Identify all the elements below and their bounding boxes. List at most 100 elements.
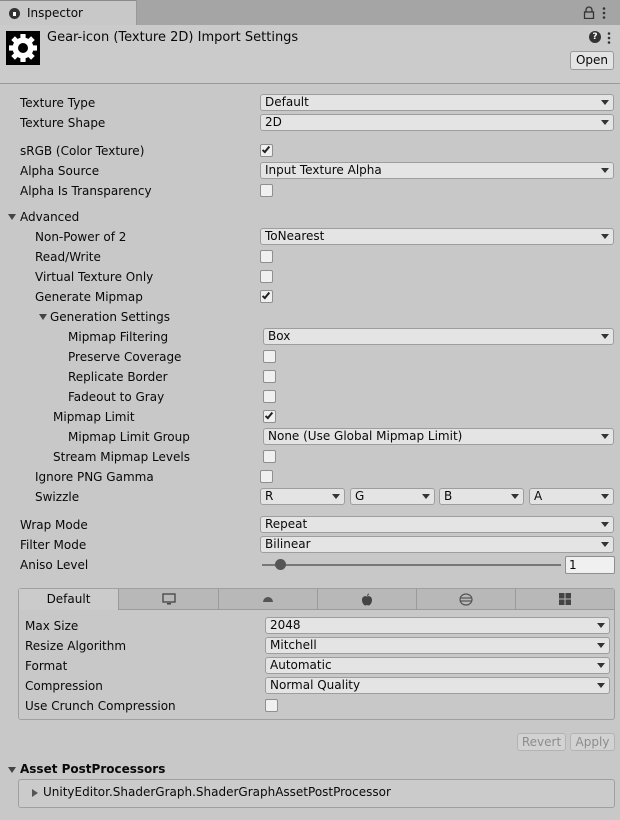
virtual-texture-only-checkbox[interactable]	[260, 270, 273, 283]
tab-windows[interactable]	[516, 589, 614, 610]
swizzle-g-value: G	[355, 489, 365, 503]
ignore-png-gamma-checkbox[interactable]	[260, 470, 273, 483]
preserve-coverage-checkbox[interactable]	[263, 350, 276, 363]
android-icon	[263, 597, 273, 602]
mipmap-filtering-label: Mipmap Filtering	[68, 330, 169, 344]
platform-settings-box: Default Max Size 2048 Resize Algorithm M…	[18, 588, 615, 720]
chevron-down-icon	[601, 434, 609, 439]
postprocessor-item[interactable]: UnityEditor.ShaderGraph.ShaderGraphAsset…	[43, 785, 391, 799]
foldout-arrow-icon[interactable]	[8, 214, 16, 220]
inspector-tab[interactable]: Inspector	[0, 0, 137, 25]
mipmap-limit-checkbox[interactable]	[263, 410, 276, 423]
max-size-label: Max Size	[25, 619, 79, 633]
aniso-level-slider-thumb[interactable]	[274, 559, 286, 570]
mipmap-filtering-value: Box	[268, 329, 291, 343]
expand-arrow-icon[interactable]	[32, 789, 38, 797]
swizzle-a-dropdown[interactable]: A	[529, 488, 614, 505]
non-power-of-2-label: Non-Power of 2	[35, 230, 127, 244]
apply-button[interactable]: Apply	[570, 733, 615, 751]
lock-icon[interactable]	[583, 6, 595, 19]
checkmark-icon	[261, 290, 271, 300]
format-label: Format	[25, 659, 68, 673]
swizzle-b-value: B	[444, 489, 453, 503]
webgl-icon	[459, 593, 473, 606]
virtual-texture-only-label: Virtual Texture Only	[35, 270, 154, 284]
open-button[interactable]: Open	[570, 51, 614, 70]
advanced-foldout[interactable]: Advanced	[20, 210, 79, 224]
swizzle-r-dropdown[interactable]: R	[260, 488, 345, 505]
non-power-of-2-dropdown[interactable]: ToNearest	[260, 228, 614, 245]
kebab-menu-icon[interactable]	[601, 6, 607, 20]
mipmap-limit-group-dropdown[interactable]: None (Use Global Mipmap Limit)	[263, 428, 614, 445]
swizzle-r-value: R	[265, 489, 274, 503]
srgb-checkbox[interactable]	[260, 144, 273, 157]
aniso-level-label: Aniso Level	[20, 558, 89, 572]
aniso-level-field[interactable]: 1	[565, 556, 615, 574]
texture-shape-dropdown[interactable]: 2D	[260, 114, 614, 131]
read-write-checkbox[interactable]	[260, 250, 273, 263]
foldout-arrow-icon[interactable]	[8, 767, 16, 773]
info-icon	[9, 8, 20, 19]
filter-mode-dropdown[interactable]: Bilinear	[260, 536, 614, 553]
max-size-value: 2048	[270, 618, 301, 632]
stream-mipmap-levels-checkbox[interactable]	[263, 450, 276, 463]
revert-button[interactable]: Revert	[517, 733, 566, 751]
compression-label: Compression	[25, 679, 103, 693]
tab-webgl[interactable]	[417, 589, 516, 610]
alpha-source-dropdown[interactable]: Input Texture Alpha	[260, 162, 614, 179]
generate-mipmap-label: Generate Mipmap	[35, 290, 143, 304]
tab-ios[interactable]	[318, 589, 417, 610]
fadeout-to-gray-checkbox[interactable]	[263, 390, 276, 403]
read-write-label: Read/Write	[35, 250, 101, 264]
texture-type-label: Texture Type	[20, 96, 96, 110]
chevron-down-icon	[597, 663, 605, 668]
alpha-is-transparency-checkbox[interactable]	[260, 184, 273, 197]
asset-header: Gear-icon (Texture 2D) Import Settings ?…	[0, 25, 620, 84]
srgb-label: sRGB (Color Texture)	[20, 144, 145, 158]
compression-value: Normal Quality	[270, 678, 361, 692]
chevron-down-icon	[601, 494, 609, 499]
preserve-coverage-label: Preserve Coverage	[68, 350, 182, 364]
monitor-icon	[161, 593, 176, 605]
swizzle-b-dropdown[interactable]: B	[439, 488, 524, 505]
use-crunch-label: Use Crunch Compression	[25, 699, 176, 713]
chevron-down-icon	[601, 334, 609, 339]
texture-shape-value: 2D	[265, 115, 282, 129]
kebab-menu-icon[interactable]	[606, 31, 612, 45]
tab-standalone[interactable]	[119, 589, 219, 610]
wrap-mode-value: Repeat	[265, 517, 308, 531]
mipmap-filtering-dropdown[interactable]: Box	[263, 328, 614, 345]
chevron-down-icon	[601, 100, 609, 105]
replicate-border-checkbox[interactable]	[263, 370, 276, 383]
max-size-dropdown[interactable]: 2048	[265, 617, 610, 634]
postprocessors-list: UnityEditor.ShaderGraph.ShaderGraphAsset…	[18, 779, 615, 808]
use-crunch-checkbox[interactable]	[265, 699, 278, 712]
wrap-mode-dropdown[interactable]: Repeat	[260, 516, 614, 533]
chevron-down-icon	[601, 522, 609, 527]
help-icon[interactable]: ?	[589, 31, 601, 43]
resize-algorithm-dropdown[interactable]: Mitchell	[265, 637, 610, 654]
generate-mipmap-checkbox[interactable]	[260, 290, 273, 303]
generation-settings-foldout[interactable]: Generation Settings	[50, 310, 170, 324]
wrap-mode-label: Wrap Mode	[20, 518, 88, 532]
chevron-down-icon	[601, 120, 609, 125]
texture-type-dropdown[interactable]: Default	[260, 94, 614, 111]
gear-icon	[6, 31, 40, 65]
apple-icon	[362, 593, 372, 606]
compression-dropdown[interactable]: Normal Quality	[265, 677, 610, 694]
asset-postprocessors-header[interactable]: Asset PostProcessors	[20, 762, 165, 776]
foldout-arrow-icon[interactable]	[39, 314, 47, 320]
filter-mode-label: Filter Mode	[20, 538, 87, 552]
asset-title: Gear-icon (Texture 2D) Import Settings	[47, 30, 299, 45]
tab-default-label: Default	[46, 592, 91, 606]
aniso-level-slider[interactable]	[262, 564, 561, 566]
checkmark-icon	[264, 410, 274, 420]
chevron-down-icon	[601, 234, 609, 239]
tab-bar: Inspector	[0, 0, 620, 25]
tab-default[interactable]: Default	[19, 589, 119, 610]
swizzle-g-dropdown[interactable]: G	[350, 488, 435, 505]
checkmark-icon	[261, 144, 271, 154]
replicate-border-label: Replicate Border	[68, 370, 168, 384]
format-dropdown[interactable]: Automatic	[265, 657, 610, 674]
tab-android[interactable]	[219, 589, 318, 610]
